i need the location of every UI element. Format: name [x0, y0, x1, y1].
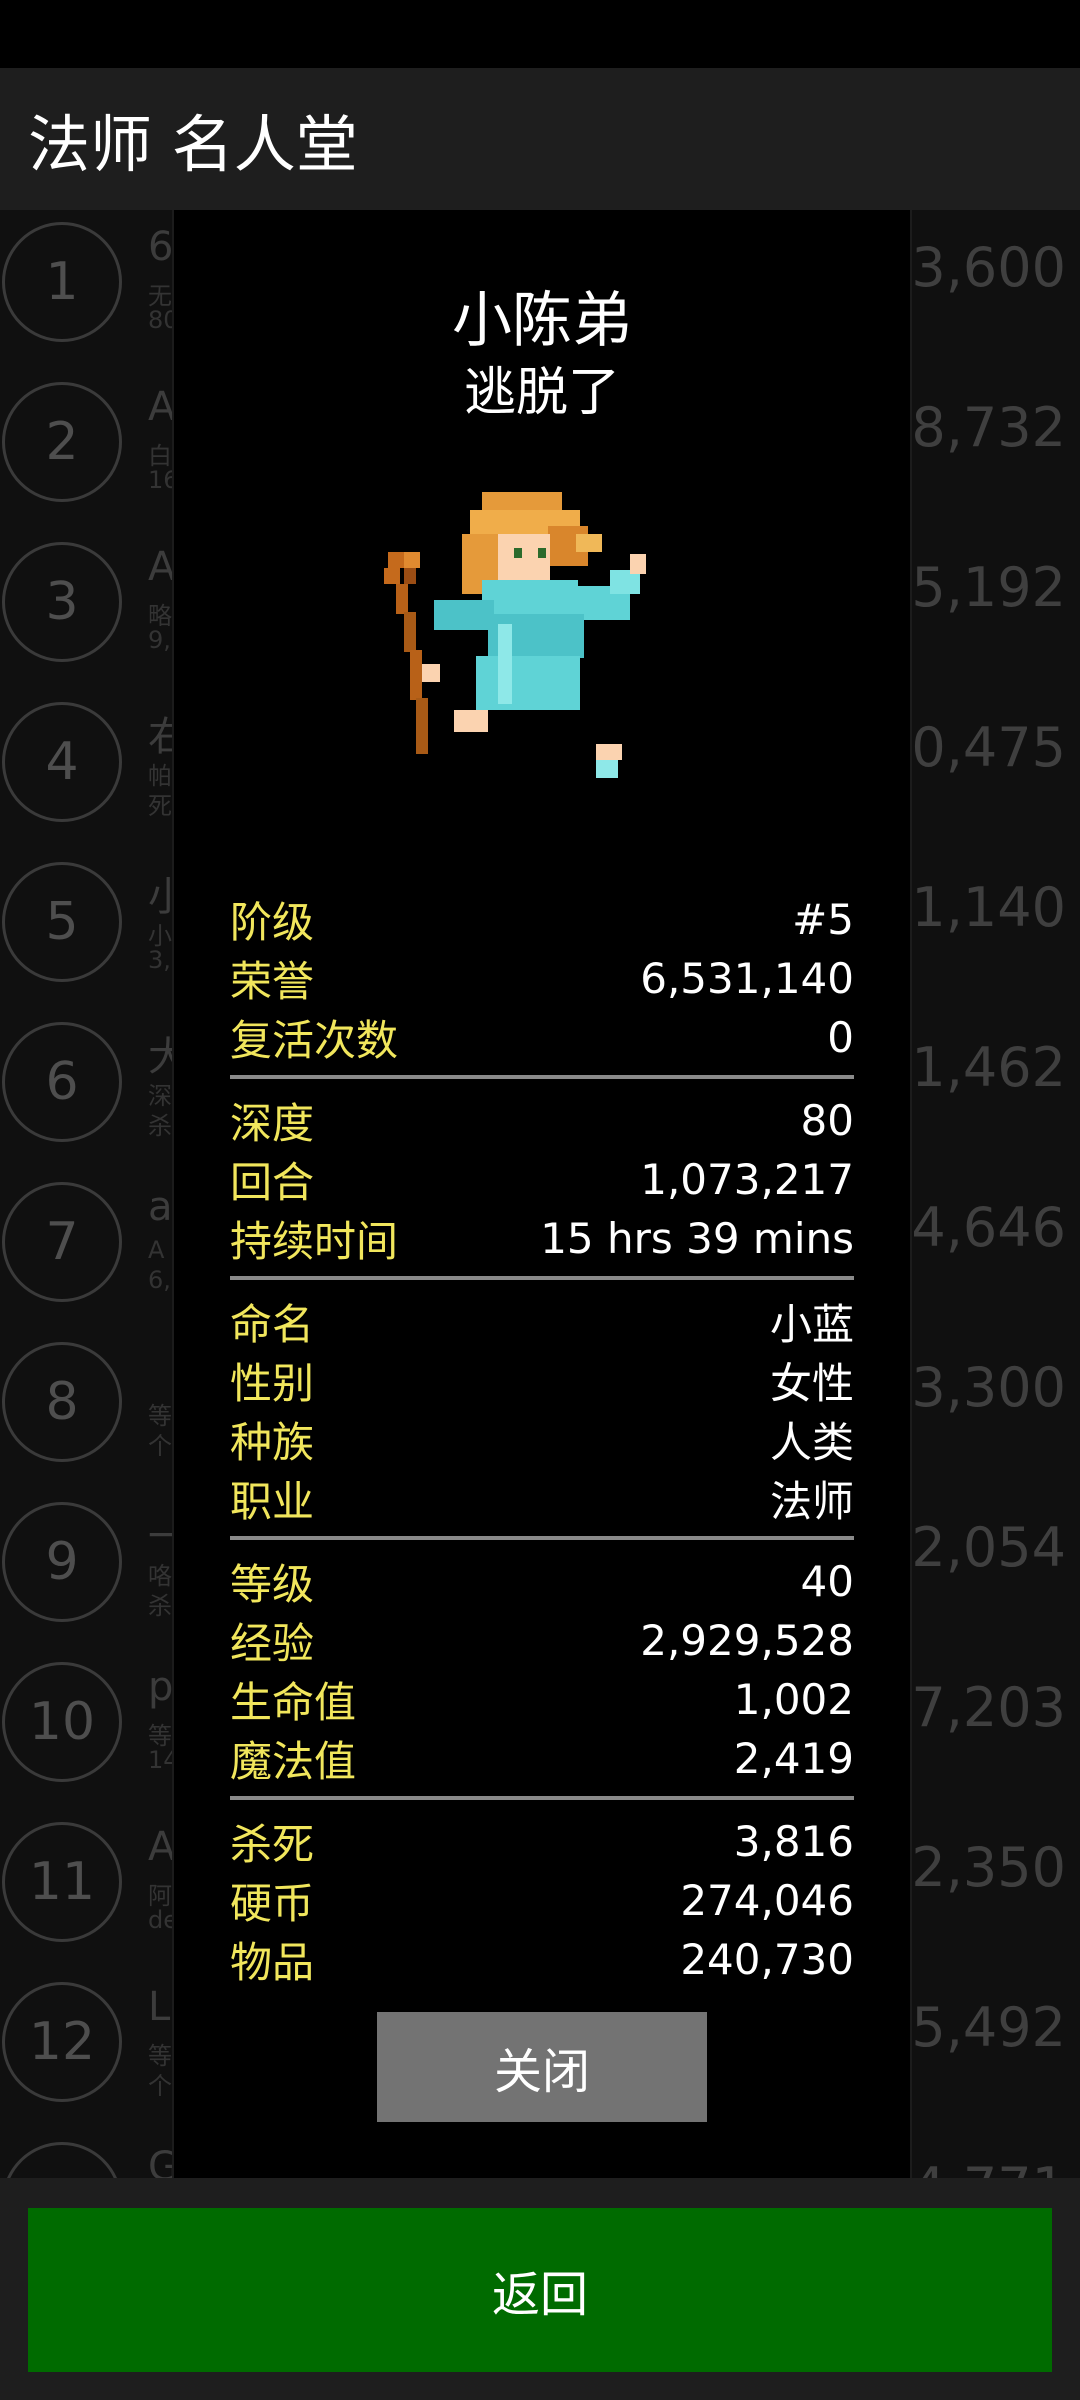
stat-row-name: 命名 小蓝: [230, 1292, 854, 1351]
stat-value: 2,929,528: [640, 1616, 854, 1665]
stat-row-gender: 性别 女性: [230, 1351, 854, 1410]
stat-row-race: 种族 人类: [230, 1410, 854, 1469]
stat-value: 3,816: [733, 1817, 854, 1866]
stat-value: 1,002: [733, 1675, 854, 1724]
close-button[interactable]: 关闭: [377, 2012, 707, 2122]
stats-group-loot: 杀死 3,816 硬币 274,046 物品 240,730: [230, 1812, 854, 1989]
stat-row-level: 等级 40: [230, 1552, 854, 1611]
entry-detail: 杀: [148, 1592, 172, 1620]
entry-detail: 个: [148, 1432, 172, 1460]
stat-row-turns: 回合 1,073,217: [230, 1150, 854, 1209]
stat-row-kills: 杀死 3,816: [230, 1812, 854, 1871]
entry-detail: 死: [148, 792, 172, 820]
stat-value: 80: [800, 1096, 854, 1145]
stat-value: 0: [827, 1013, 854, 1062]
stats-group-level: 等级 40 经验 2,929,528 生命值 1,002 魔法值 2,419: [230, 1552, 854, 1788]
rank-badge: 4: [2, 702, 122, 822]
rank-badge: 3: [2, 542, 122, 662]
stat-row-honor: 荣誉 6,531,140: [230, 949, 854, 1008]
stat-label: 种族: [230, 1418, 315, 1467]
hero-status: 逃脱了: [463, 363, 620, 423]
entry-detail: 个: [148, 2072, 172, 2100]
stat-label: 复活次数: [230, 1016, 399, 1065]
stats-group-rank: 阶级 #5 荣誉 6,531,140 复活次数 0: [230, 890, 854, 1067]
stat-value: 1,073,217: [640, 1155, 854, 1204]
entry-name: L: [148, 1984, 171, 2030]
stat-value: 40: [800, 1557, 854, 1606]
stat-row-items: 物品 240,730: [230, 1930, 854, 1989]
entry-detail: 3,: [148, 946, 171, 974]
stat-value: 6,531,140: [640, 954, 854, 1003]
stats-panel[interactable]: 阶级 #5 荣誉 6,531,140 复活次数 0 深度 80 回合 1,073,217 …: [230, 890, 854, 2168]
stats-group-identity: 命名 小蓝 性别 女性 种族 人类 职业 法师: [230, 1292, 854, 1528]
mage-sprite-icon: [384, 492, 646, 778]
entry-detail: 杀: [148, 1112, 172, 1140]
stat-value: #5: [792, 895, 854, 944]
stat-value: 小蓝: [769, 1300, 854, 1349]
entry-name: 6: [148, 224, 174, 270]
rank-badge: 1: [2, 222, 122, 342]
divider: [230, 1276, 854, 1280]
rank-badge: 2: [2, 382, 122, 502]
stat-label: 职业: [230, 1477, 315, 1526]
rank-badge: 12: [2, 1982, 122, 2102]
rank-badge: 8: [2, 1342, 122, 1462]
rank-badge: 13: [2, 2142, 122, 2178]
stat-label: 生命值: [230, 1678, 357, 1727]
stat-row-rank: 阶级 #5: [230, 890, 854, 949]
entry-name: a: [148, 1184, 173, 1230]
rank-badge: 9: [2, 1502, 122, 1622]
stat-row-mp: 魔法值 2,419: [230, 1729, 854, 1788]
stat-label: 深度: [230, 1099, 315, 1148]
back-button[interactable]: 返回: [28, 2208, 1052, 2372]
stat-row-coins: 硬币 274,046: [230, 1871, 854, 1930]
stat-label: 魔法值: [230, 1737, 357, 1786]
stat-value: 274,046: [680, 1876, 854, 1925]
stat-value: 240,730: [680, 1935, 854, 1984]
rank-badge: 7: [2, 1182, 122, 1302]
stat-row-experience: 经验 2,929,528: [230, 1611, 854, 1670]
stat-label: 命名: [230, 1300, 315, 1349]
stats-group-run: 深度 80 回合 1,073,217 持续时间 15 hrs 39 mins: [230, 1091, 854, 1268]
character-detail-dialog: 小陈弟 逃脱了 阶级 #5 荣誉 6,531,140 复活次数 0 深度 80 …: [172, 210, 912, 2178]
entry-detail: 6,: [148, 1266, 171, 1294]
stat-row-hp: 生命值 1,002: [230, 1670, 854, 1729]
rank-badge: 10: [2, 1662, 122, 1782]
status-bar: [0, 0, 1080, 68]
divider: [230, 1796, 854, 1800]
stat-label: 回合: [230, 1158, 315, 1207]
stat-value: 2,419: [733, 1734, 854, 1783]
rank-badge: 11: [2, 1822, 122, 1942]
entry-detail: A: [148, 1236, 165, 1264]
divider: [230, 1075, 854, 1079]
stat-value: 人类: [769, 1418, 854, 1467]
divider: [230, 1536, 854, 1540]
stat-label: 等级: [230, 1560, 315, 1609]
stat-label: 物品: [230, 1938, 315, 1987]
stat-value: 女性: [769, 1359, 854, 1408]
entry-name: p: [148, 1664, 174, 1710]
title-bar: 法师 名人堂: [0, 68, 1080, 210]
stat-label: 阶级: [230, 898, 315, 947]
stat-row-class: 职业 法师: [230, 1469, 854, 1528]
stat-label: 经验: [230, 1619, 315, 1668]
entry-detail: 9,: [148, 626, 171, 654]
page-title: 法师 名人堂: [28, 108, 358, 181]
stat-label: 持续时间: [230, 1217, 399, 1266]
stat-label: 荣誉: [230, 957, 315, 1006]
rank-badge: 6: [2, 1022, 122, 1142]
stat-label: 性别: [230, 1359, 315, 1408]
stat-row-duration: 持续时间 15 hrs 39 mins: [230, 1209, 854, 1268]
stat-value: 15 hrs 39 mins: [540, 1214, 854, 1263]
stat-row-depth: 深度 80: [230, 1091, 854, 1150]
stat-label: 杀死: [230, 1820, 315, 1869]
hero-name: 小陈弟: [452, 286, 632, 356]
stat-value: 法师: [769, 1477, 854, 1526]
stat-label: 硬币: [230, 1879, 315, 1928]
rank-badge: 5: [2, 862, 122, 982]
stat-row-revives: 复活次数 0: [230, 1008, 854, 1067]
